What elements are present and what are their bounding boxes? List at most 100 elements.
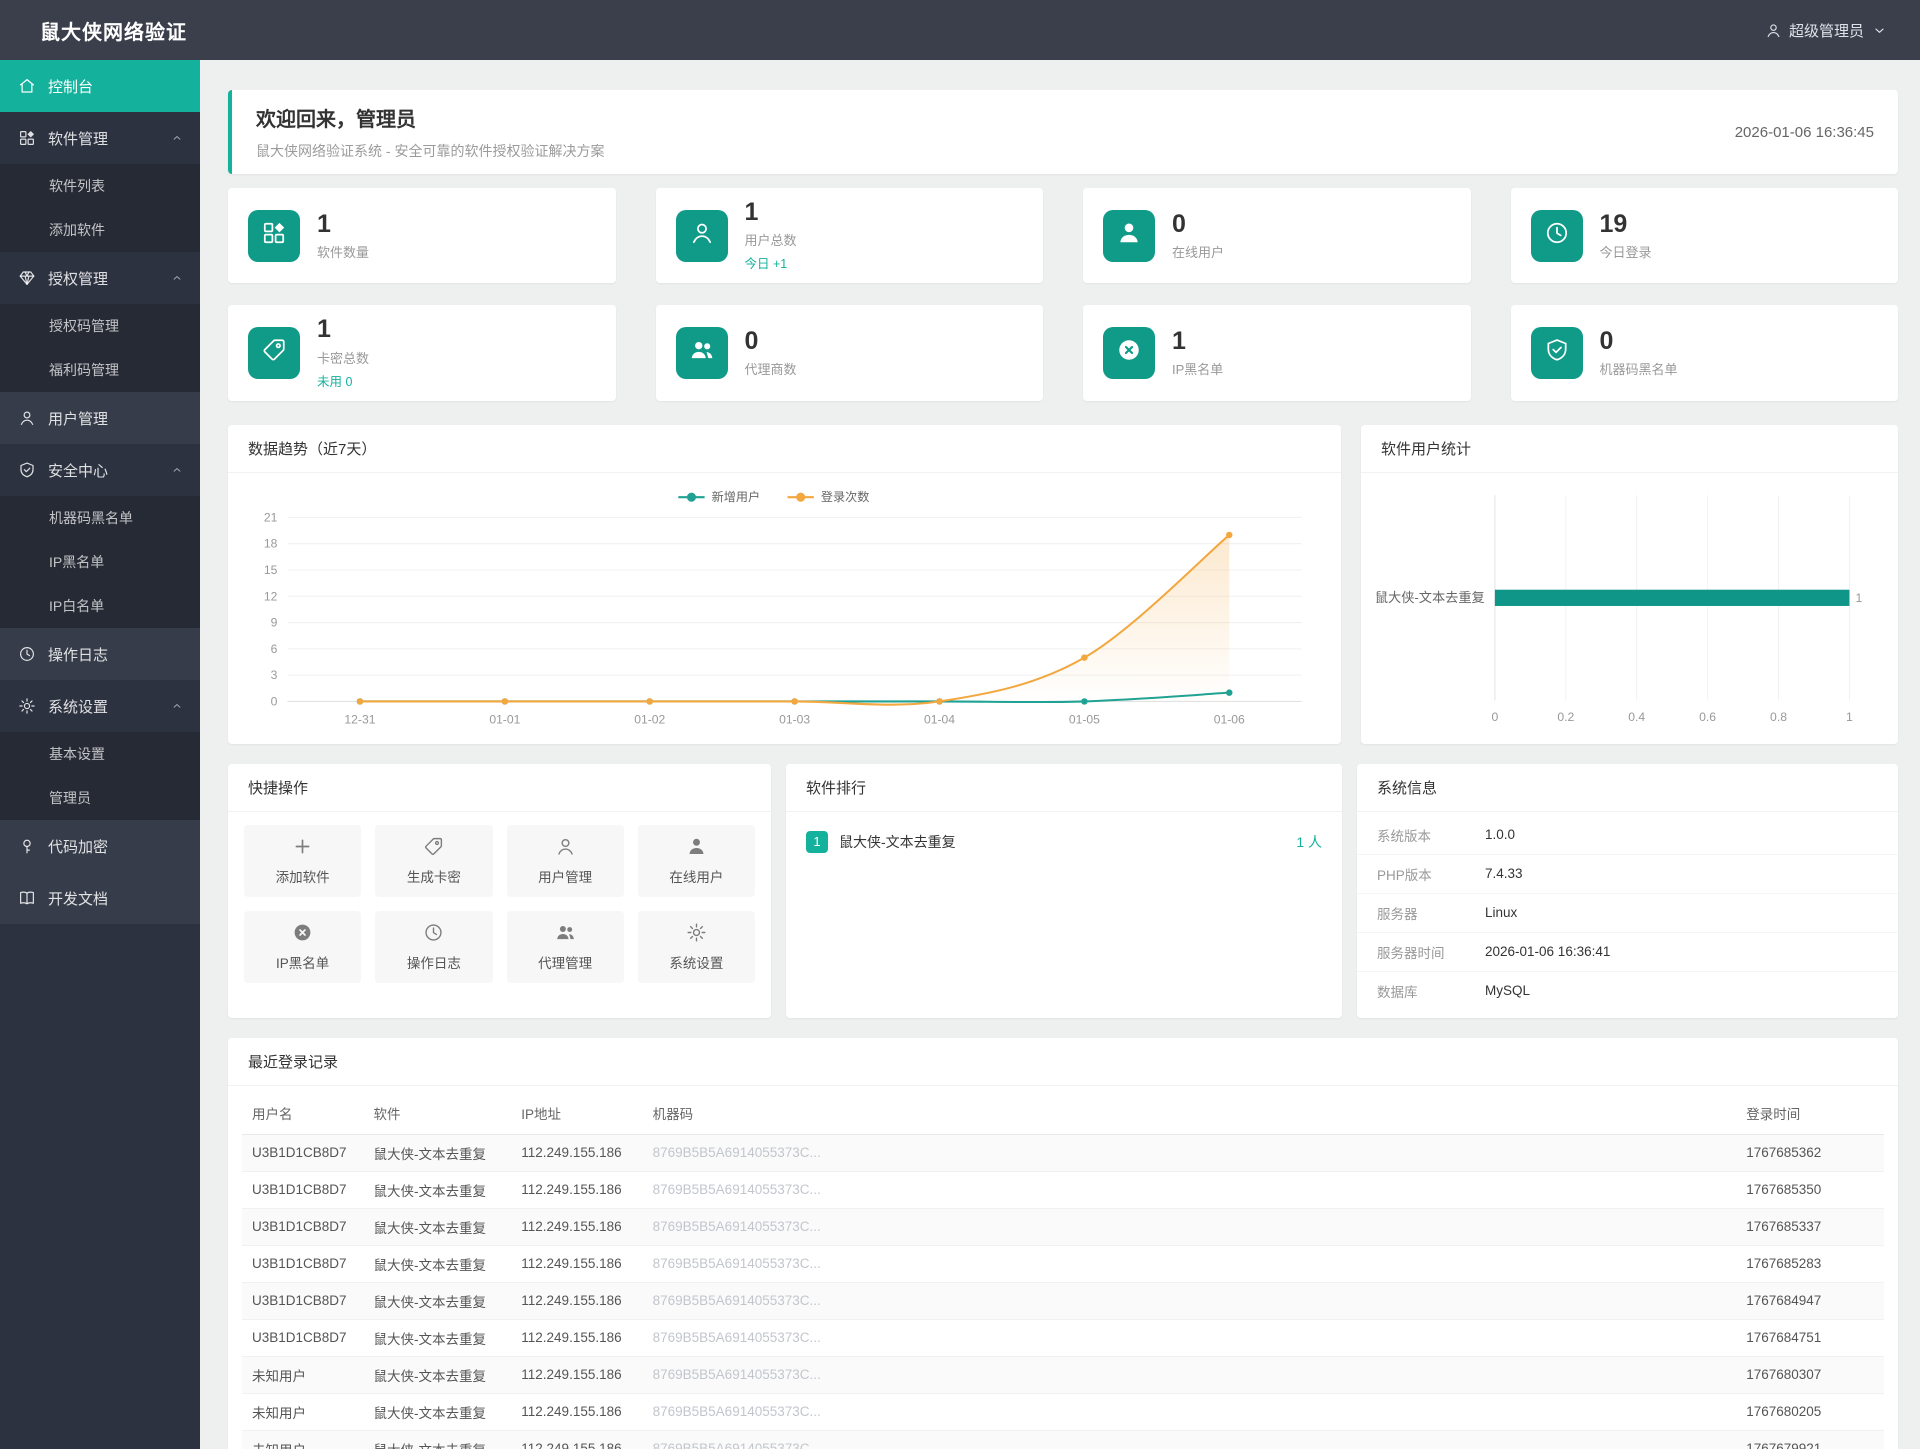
ranking-item[interactable]: 1 鼠大侠-文本去重复 1 人 (786, 818, 1342, 866)
cell-login-time: 1767685362 (1736, 1134, 1884, 1172)
sidebar-item[interactable]: 基本设置 (0, 732, 200, 776)
quick-action[interactable]: 用户管理 (506, 824, 624, 897)
gear-icon (686, 922, 707, 943)
quick-action[interactable]: 在线用户 (637, 824, 755, 897)
sidebar-item-label: 操作日志 (48, 646, 109, 664)
cell-login-time: 1767684947 (1736, 1282, 1884, 1320)
app-title: 鼠大侠网络验证 (40, 21, 187, 44)
sidebar-item[interactable]: 管理员 (0, 776, 200, 820)
sidebar-item[interactable]: 控制台 (0, 60, 200, 112)
home-icon (18, 77, 38, 95)
clock-icon (18, 645, 38, 663)
user-line-icon (555, 836, 576, 857)
charts-row: 数据趋势（近7天） 0 3 6 9 12 15 18 21 12-31 01-01 01-02 01-… (228, 424, 1898, 744)
stat-value: 0 (1599, 326, 1614, 355)
rank-software-name: 鼠大侠-文本去重复 (839, 833, 956, 850)
cell-username: U3B1D1CB8D7 (242, 1282, 364, 1320)
sidebar-item[interactable]: 用户管理 (0, 392, 200, 444)
quick-actions-card: 快捷操作 添加软件 生成卡密 用户管理 在线用户 IP黑名单 操作日志 代理管理… (228, 763, 771, 1018)
chevron-up-icon (170, 699, 184, 713)
cell-login-time: 1767680307 (1736, 1356, 1884, 1394)
stat-value: 0 (744, 326, 759, 355)
quick-action[interactable]: 生成卡密 (375, 824, 493, 897)
sidebar-item[interactable]: 安全中心 (0, 444, 200, 496)
recent-logins-card: 最近登录记录 用户名 软件 IP地址 机器码 登录时间 U3B1D1CB8D7 … (228, 1037, 1898, 1449)
quick-action-label: 代理管理 (538, 955, 593, 971)
cell-software: 鼠大侠-文本去重复 (363, 1393, 512, 1431)
sidebar-item[interactable]: 开发文档 (0, 872, 200, 924)
stat-value: 1 (744, 198, 759, 226)
sidebar-item[interactable]: 操作日志 (0, 628, 200, 680)
sidebar-item[interactable]: IP白名单 (0, 584, 200, 628)
cell-software: 鼠大侠-文本去重复 (363, 1319, 512, 1357)
key-icon (18, 837, 38, 855)
sidebar-item[interactable]: 授权码管理 (0, 304, 200, 348)
svg-text:1: 1 (1856, 590, 1863, 604)
stat-label: 今日登录 (1599, 244, 1652, 260)
table-row: U3B1D1CB8D7 鼠大侠-文本去重复 112.249.155.186 87… (242, 1134, 1884, 1172)
stat-icon-tile (1103, 209, 1155, 262)
sidebar-item[interactable]: 代码加密 (0, 820, 200, 872)
sysinfo-label: 数据库 (1377, 984, 1418, 1000)
sidebar-item[interactable]: 福利码管理 (0, 348, 200, 392)
svg-text:21: 21 (264, 510, 278, 524)
sidebar-item[interactable]: 软件管理 (0, 112, 200, 164)
clock-icon (423, 922, 444, 943)
sidebar-item-label: 系统设置 (48, 698, 109, 716)
svg-text:3: 3 (271, 668, 278, 682)
quick-action-label: 操作日志 (406, 955, 461, 971)
cell-username: 未知用户 (242, 1356, 364, 1394)
cell-username: U3B1D1CB8D7 (242, 1245, 364, 1283)
sysinfo-value: MySQL (1485, 983, 1531, 999)
sysinfo-label: PHP版本 (1377, 867, 1432, 883)
main-content: 欢迎回来，管理员 鼠大侠网络验证系统 - 安全可靠的软件授权验证解决方案 202… (200, 60, 1920, 1449)
sidebar-item-label: 机器码黑名单 (49, 510, 133, 526)
sidebar-item[interactable]: 添加软件 (0, 208, 200, 252)
svg-text:01-04: 01-04 (924, 712, 955, 726)
sidebar-item-label: 软件列表 (49, 178, 105, 194)
chevron-up-icon (170, 131, 184, 145)
software-user-chart: 0 0.2 0.4 0.6 0.8 1 鼠大侠-文本去重复 1 (1361, 473, 1898, 744)
sidebar-item[interactable]: 授权管理 (0, 252, 200, 304)
quick-action[interactable]: 操作日志 (375, 910, 493, 983)
cell-software: 鼠大侠-文本去重复 (363, 1208, 512, 1246)
user-menu[interactable]: 超级管理员 (1765, 20, 1888, 41)
sysinfo-row: 服务器 Linux (1357, 894, 1898, 933)
svg-text:0: 0 (1491, 709, 1498, 723)
cell-machine-code: 8769B5B5A6914055373C... (642, 1171, 1737, 1209)
quick-action[interactable]: 代理管理 (506, 910, 624, 983)
trend-chart: 0 3 6 9 12 15 18 21 12-31 01-01 01-02 01-03 01-04 01-… (228, 473, 1341, 743)
quick-action[interactable]: 系统设置 (637, 910, 755, 983)
cell-username: 未知用户 (242, 1393, 364, 1431)
user-line-icon (1765, 22, 1782, 39)
svg-text:新增用户: 新增用户 (712, 489, 761, 504)
shield-check-icon (18, 461, 38, 479)
cell-software: 鼠大侠-文本去重复 (363, 1134, 512, 1172)
stat-icon-tile (1103, 326, 1155, 379)
ranking-list: 1 鼠大侠-文本去重复 1 人 (786, 812, 1342, 872)
sidebar-item[interactable]: 机器码黑名单 (0, 496, 200, 540)
svg-text:15: 15 (264, 563, 278, 577)
quick-action[interactable]: 添加软件 (244, 824, 362, 897)
cell-login-time: 1767685283 (1736, 1245, 1884, 1283)
stat-icon-tile (675, 326, 728, 379)
column-header-username: 用户名 (242, 1091, 364, 1135)
sidebar-item[interactable]: IP黑名单 (0, 540, 200, 584)
table-row: 未知用户 鼠大侠-文本去重复 112.249.155.186 8769B5B5A… (242, 1356, 1884, 1394)
plus-icon (292, 836, 313, 857)
sidebar-item[interactable]: 系统设置 (0, 680, 200, 732)
cell-username: U3B1D1CB8D7 (242, 1319, 364, 1357)
chevron-down-icon (1871, 22, 1888, 39)
table-row: 未知用户 鼠大侠-文本去重复 112.249.155.186 8769B5B5A… (242, 1430, 1884, 1449)
cell-machine-code: 8769B5B5A6914055373C... (642, 1393, 1737, 1431)
chevron-up-icon (170, 271, 184, 285)
table-row: U3B1D1CB8D7 鼠大侠-文本去重复 112.249.155.186 87… (242, 1171, 1884, 1209)
shield-check-icon (1544, 337, 1570, 368)
sidebar-item[interactable]: 软件列表 (0, 164, 200, 208)
stat-sub-label: 今日 +1 (744, 257, 788, 272)
cell-login-time: 1767684751 (1736, 1319, 1884, 1357)
sysinfo-label: 服务器时间 (1377, 945, 1445, 961)
user-solid-icon (1116, 220, 1142, 251)
cell-ip: 112.249.155.186 (511, 1208, 643, 1246)
quick-action[interactable]: IP黑名单 (244, 910, 362, 983)
